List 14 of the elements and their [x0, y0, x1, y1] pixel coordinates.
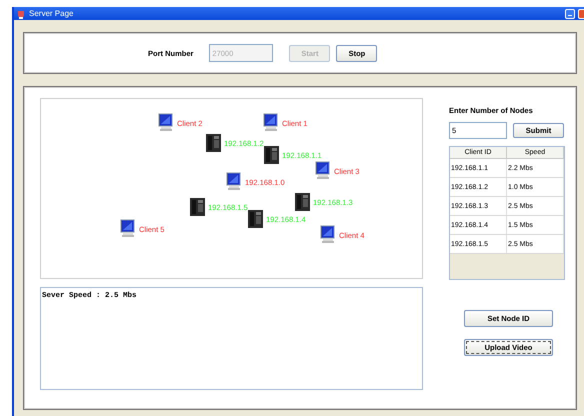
server-tower-icon: [264, 146, 279, 164]
server-tower-icon: [295, 193, 310, 211]
computer-icon: [158, 113, 174, 132]
close-button[interactable]: [578, 8, 584, 18]
server-tower-icon: [190, 198, 205, 216]
server-tower-icon: [206, 134, 221, 152]
computer-icon: [120, 219, 136, 238]
window-title: Server Page: [29, 9, 74, 18]
computer-icon: [320, 225, 336, 244]
computer-icon: [226, 172, 242, 191]
computer-icon: [315, 161, 331, 180]
minimize-button[interactable]: [565, 8, 575, 18]
computer-icon: [263, 113, 279, 132]
server-tower-icon: [248, 210, 263, 228]
